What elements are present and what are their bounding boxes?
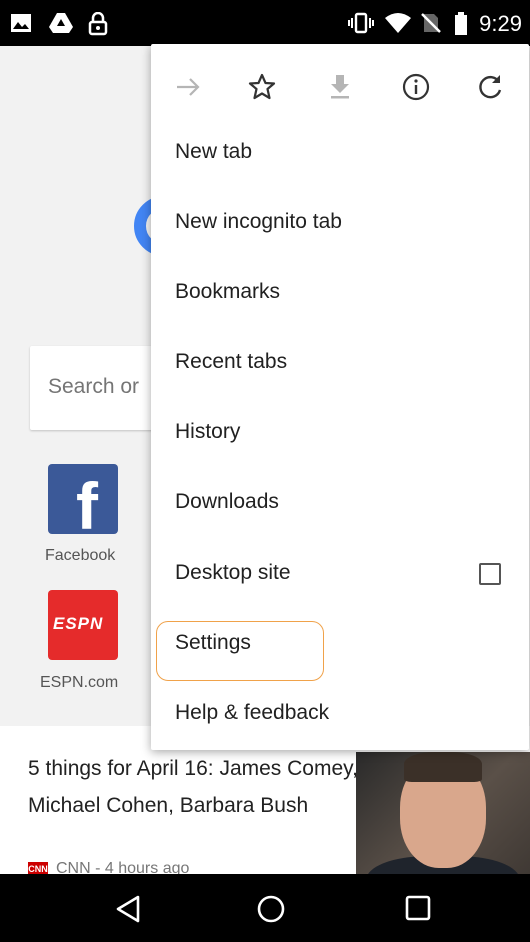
lock-icon bbox=[88, 12, 108, 36]
menu-item-downloads[interactable]: Downloads bbox=[151, 470, 529, 540]
info-icon[interactable] bbox=[401, 72, 431, 102]
recents-icon[interactable] bbox=[404, 894, 432, 922]
menu-item-bookmarks[interactable]: Bookmarks bbox=[151, 260, 529, 330]
overflow-menu: New tab New incognito tab Bookmarks Rece… bbox=[151, 44, 529, 750]
menu-item-recent-tabs[interactable]: Recent tabs bbox=[151, 330, 529, 400]
menu-item-label: Help & feedback bbox=[175, 701, 330, 724]
menu-item-help-feedback[interactable]: Help & feedback bbox=[151, 681, 529, 751]
menu-item-label: New tab bbox=[175, 140, 253, 163]
drive-icon bbox=[49, 13, 73, 33]
image-icon bbox=[11, 14, 31, 32]
menu-item-label: Desktop site bbox=[175, 561, 291, 584]
back-icon[interactable] bbox=[114, 894, 142, 924]
espn-icon: ESPN bbox=[53, 614, 104, 633]
home-icon[interactable] bbox=[256, 894, 286, 924]
navigation-bar bbox=[0, 874, 530, 942]
menu-toolbar bbox=[151, 44, 529, 128]
facebook-icon: f bbox=[76, 469, 98, 543]
menu-item-desktop-site[interactable]: Desktop site bbox=[151, 541, 529, 611]
menu-item-label: Recent tabs bbox=[175, 350, 288, 373]
menu-item-label: Settings bbox=[175, 631, 251, 654]
menu-item-new-incognito-tab[interactable]: New incognito tab bbox=[151, 190, 529, 260]
bookmark-star-icon[interactable] bbox=[247, 72, 277, 102]
battery-icon bbox=[455, 12, 467, 35]
desktop-site-checkbox[interactable] bbox=[479, 563, 501, 585]
no-sim-icon bbox=[421, 13, 441, 33]
espn-tile[interactable]: ESPN bbox=[48, 590, 118, 660]
search-placeholder: Search or bbox=[48, 375, 140, 398]
clock: 9:29 bbox=[479, 11, 522, 36]
forward-icon[interactable] bbox=[173, 72, 203, 102]
facebook-tile-label: Facebook bbox=[45, 547, 116, 564]
menu-item-label: History bbox=[175, 420, 241, 443]
menu-item-new-tab[interactable]: New tab bbox=[151, 120, 529, 190]
wifi-icon bbox=[385, 13, 411, 33]
search-box[interactable]: Search or bbox=[30, 346, 170, 430]
menu-item-label: New incognito tab bbox=[175, 210, 342, 233]
vibrate-icon bbox=[348, 12, 374, 34]
menu-item-settings[interactable]: Settings bbox=[151, 611, 529, 681]
espn-tile-label: ESPN.com bbox=[40, 674, 119, 691]
status-bar: 9:29 bbox=[0, 0, 530, 46]
facebook-tile[interactable]: f bbox=[48, 464, 118, 543]
download-icon[interactable] bbox=[325, 72, 355, 102]
refresh-icon[interactable] bbox=[475, 72, 505, 102]
article-title: 5 things for April 16: James Comey, Mich… bbox=[28, 757, 358, 817]
menu-item-history[interactable]: History bbox=[151, 400, 529, 470]
menu-item-label: Bookmarks bbox=[175, 280, 281, 303]
menu-item-label: Downloads bbox=[175, 490, 279, 513]
